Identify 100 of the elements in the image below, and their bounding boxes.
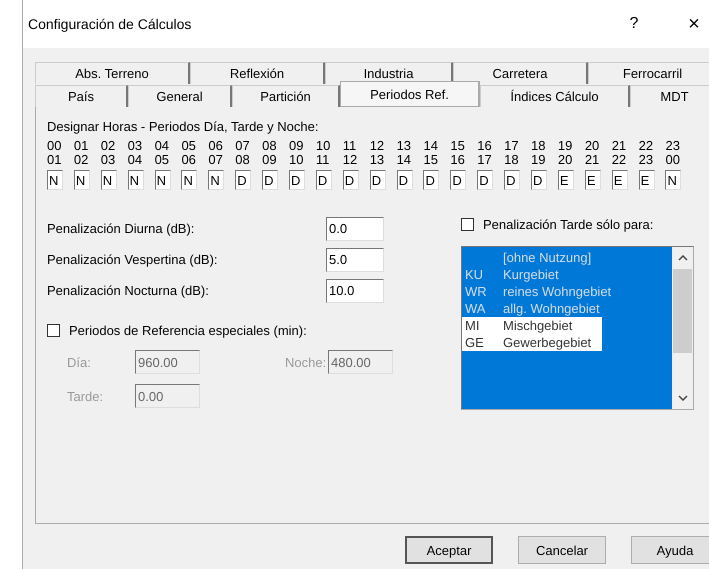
field-label: Penalización Diurna (dB): [47, 221, 196, 236]
hour-label: 09 [262, 153, 278, 167]
hour-label: 20 [584, 139, 600, 153]
hour-label: 08 [235, 153, 251, 167]
hour-label: 16 [450, 153, 466, 167]
hour-label: 13 [370, 153, 386, 167]
tab[interactable]: Ferrocarril [588, 62, 709, 84]
hour-label: 10 [316, 139, 332, 153]
scroll-down-icon[interactable] [678, 395, 688, 401]
hour-label: 23 [665, 139, 681, 153]
field-label: Tarde: [67, 388, 104, 404]
period-input[interactable]: N [181, 170, 198, 190]
input-field[interactable]: 5.0 [326, 248, 384, 272]
period-input[interactable]: N [100, 170, 117, 190]
list-box[interactable]: [ohne Nutzung] KU Kurgebiet WR reines Wohngebiet WA allg. Wohngebiet MI Mischgebiet GE Gewerbegebiet [461, 246, 694, 410]
period-input[interactable]: D [504, 170, 520, 190]
period-input[interactable]: N [47, 170, 63, 190]
period-input[interactable]: D [289, 170, 306, 190]
hour-label: 02 [100, 139, 116, 153]
hour-label: 00 [47, 139, 62, 153]
period-input[interactable]: N [665, 170, 682, 190]
scrollbar[interactable] [672, 247, 693, 409]
hour-label: 06 [181, 153, 197, 167]
help-button[interactable]: ? [619, 15, 649, 33]
tab[interactable]: General [128, 85, 232, 107]
tab[interactable]: Reflexión [190, 62, 325, 84]
period-input[interactable]: D [396, 170, 413, 190]
period-input[interactable]: N [74, 170, 90, 190]
period-input[interactable]: E [558, 170, 574, 190]
hour-label: 07 [208, 153, 224, 167]
tab[interactable]: Periodos Ref. [340, 81, 480, 106]
tab[interactable]: Partición [232, 85, 340, 107]
hour-label: 14 [423, 139, 439, 153]
hour-label: 14 [396, 153, 412, 167]
hour-label: 10 [289, 153, 304, 167]
checkbox[interactable] [47, 324, 60, 337]
period-input[interactable]: D [531, 170, 548, 190]
period-input[interactable]: E [638, 170, 655, 190]
field-label: Penalización Vespertina (dB): [47, 252, 219, 267]
hour-label: 12 [342, 153, 358, 167]
hour-label: 18 [504, 153, 520, 167]
hour-label: 22 [612, 153, 628, 167]
list-item[interactable]: MI Mischgebiet [462, 317, 602, 334]
period-input[interactable]: N [128, 170, 144, 190]
section-heading: Designar Horas - Periodos Día, Tarde y Noche: [47, 119, 320, 134]
checkbox-label: Penalización Tarde sólo para: [483, 217, 654, 232]
hour-label: 21 [612, 139, 628, 153]
tab[interactable]: Índices Cálculo [480, 85, 630, 107]
period-input[interactable]: D [342, 170, 359, 190]
hour-label: 01 [74, 139, 90, 153]
hour-label: 16 [477, 139, 493, 153]
hour-label: 05 [154, 153, 170, 167]
hour-label: 15 [423, 153, 439, 167]
period-input[interactable]: D [370, 170, 386, 190]
period-input[interactable]: D [262, 170, 278, 190]
field-label: Día: [67, 354, 92, 370]
dialog-button[interactable]: Aceptar [405, 536, 493, 564]
tab[interactable]: MDT [630, 85, 709, 107]
hour-label: 12 [370, 139, 386, 153]
checkbox[interactable] [461, 218, 474, 231]
period-input[interactable]: D [423, 170, 440, 190]
hour-label: 22 [638, 139, 654, 153]
hour-label: 11 [316, 153, 330, 167]
hour-label: 17 [504, 139, 520, 153]
period-input[interactable]: D [316, 170, 332, 190]
hour-label: 03 [100, 153, 116, 167]
period-input[interactable]: E [612, 170, 628, 190]
tab[interactable]: Abs. Terreno [35, 62, 190, 84]
scroll-up-icon[interactable] [678, 255, 688, 261]
hour-label: 04 [128, 153, 144, 167]
dialog-button[interactable]: Ayuda [631, 536, 709, 564]
period-input[interactable]: E [584, 170, 601, 190]
scroll-thumb[interactable] [673, 269, 692, 353]
list-item[interactable]: GE Gewerbegebiet [462, 334, 602, 351]
close-button[interactable]: × [679, 12, 709, 36]
input-field[interactable]: 0.0 [326, 216, 384, 240]
hour-label: 03 [128, 139, 144, 153]
hour-label: 09 [289, 139, 304, 153]
hour-label: 04 [154, 139, 170, 153]
input-field[interactable]: 10.0 [326, 278, 384, 302]
period-input[interactable]: D [477, 170, 494, 190]
period-input[interactable]: D [235, 170, 252, 190]
hour-label: 07 [235, 139, 251, 153]
tab[interactable]: País [35, 85, 128, 107]
tab[interactable]: Carretera [453, 62, 588, 84]
field-label: Noche: [285, 354, 328, 370]
period-input[interactable]: N [208, 170, 224, 190]
hour-label: 15 [450, 139, 466, 153]
hour-label: 21 [584, 153, 600, 167]
period-input[interactable]: D [450, 170, 466, 190]
hour-label: 02 [74, 153, 90, 167]
hour-label: 00 [665, 153, 681, 167]
checkbox-label: Periodos de Referencia especiales (min): [69, 323, 307, 338]
dialog-button[interactable]: Cancelar [518, 536, 606, 564]
field-label: Penalización Nocturna (dB): [47, 283, 210, 298]
hour-label: 19 [531, 153, 546, 167]
period-input[interactable]: N [154, 170, 171, 190]
hour-label: 11 [342, 139, 358, 153]
hour-label: 19 [558, 139, 574, 153]
hour-label: 01 [47, 153, 62, 167]
